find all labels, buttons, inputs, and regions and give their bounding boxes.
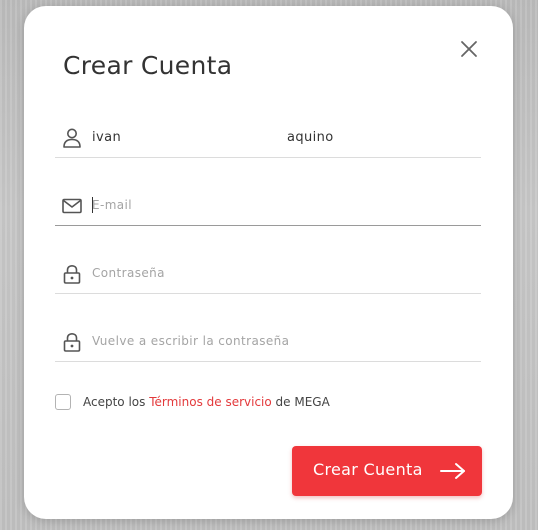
terms-of-service-link[interactable]: Términos de servicio	[149, 395, 272, 409]
envelope-icon	[62, 198, 82, 214]
terms-text: Acepto los Términos de servicio de MEGA	[83, 395, 330, 409]
email-input[interactable]	[92, 194, 472, 216]
create-account-dialog: Crear Cuenta ivan aquino E-mail Acepto l…	[24, 6, 513, 519]
email-field-row	[55, 186, 481, 226]
password-confirm-input[interactable]	[92, 330, 472, 352]
arrow-right-icon	[440, 463, 465, 479]
create-account-button[interactable]: Crear Cuenta	[292, 446, 482, 496]
user-icon	[63, 128, 81, 148]
text-caret	[92, 197, 93, 213]
close-icon	[461, 41, 477, 57]
lock-icon	[63, 332, 81, 352]
dialog-title: Crear Cuenta	[63, 51, 233, 80]
password-field-row	[55, 254, 481, 294]
name-field-row	[55, 118, 481, 158]
first-name-input[interactable]	[92, 126, 272, 148]
terms-checkbox[interactable]	[55, 394, 71, 410]
password-input[interactable]	[92, 262, 472, 284]
password-confirm-field-row	[55, 322, 481, 362]
create-account-label: Crear Cuenta	[313, 460, 423, 479]
terms-suffix: de MEGA	[271, 395, 330, 409]
last-name-input[interactable]	[287, 126, 467, 148]
close-button[interactable]	[459, 39, 479, 59]
lock-icon	[63, 264, 81, 284]
terms-prefix: Acepto los	[83, 395, 150, 409]
